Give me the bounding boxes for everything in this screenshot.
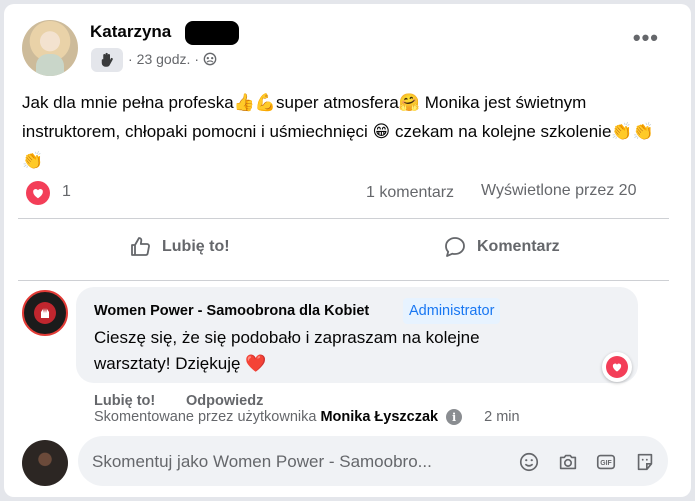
meta-separator: · — [128, 51, 133, 67]
comment-input[interactable] — [92, 444, 504, 480]
comment-like-link[interactable]: Lubię to! — [94, 393, 155, 409]
comment-text: Cieszę się, że się podobało i zapraszam … — [94, 325, 534, 377]
post-body: Jak dla mnie pełna profeska👍💪super atmos… — [22, 88, 672, 175]
comment-reply-link[interactable]: Odpowiedz — [186, 393, 263, 409]
post-text-segment: super atmosfera — [276, 93, 399, 112]
current-user-avatar[interactable] — [22, 440, 68, 486]
views-count[interactable]: Wyświetlone przez 20 — [481, 182, 636, 200]
gif-icon[interactable]: GIF — [594, 450, 618, 474]
attribution-prefix: Skomentowane przez użytkownika — [94, 409, 317, 425]
more-options-icon[interactable]: ••• — [633, 27, 659, 49]
like-label: Lubię to! — [162, 238, 230, 255]
comment-body: Cieszę się, że się podobało i zapraszam … — [94, 328, 480, 373]
comment-time[interactable]: 2 min — [484, 409, 519, 425]
divider — [18, 218, 669, 219]
camera-icon[interactable] — [556, 450, 580, 474]
love-reaction-icon[interactable] — [26, 181, 50, 205]
grin-emoji: 😁 — [372, 122, 391, 141]
reaction-count[interactable]: 1 — [62, 183, 71, 201]
svg-text:GIF: GIF — [600, 460, 611, 467]
divider — [18, 280, 669, 281]
post-text-segment: Jak dla mnie pełna profeska — [22, 93, 234, 112]
admin-badge: Administrator — [403, 298, 501, 324]
author-avatar[interactable] — [22, 20, 78, 76]
sticker-icon[interactable] — [633, 450, 657, 474]
thumbs-muscle-emoji: 👍💪 — [233, 93, 277, 112]
emoji-icon[interactable] — [517, 450, 541, 474]
comment-button[interactable]: Komentarz — [443, 235, 560, 259]
like-button[interactable]: Lubię to! — [128, 235, 230, 259]
thumbs-up-icon — [131, 237, 150, 256]
comment-bubble-icon — [445, 237, 465, 257]
comment-attribution: Skomentowane przez użytkownika Monika Ły… — [94, 409, 520, 425]
meta-separator: · — [194, 51, 200, 67]
hug-emoji: 🤗 — [398, 93, 421, 112]
attribution-user[interactable]: Monika Łyszczak — [320, 409, 438, 425]
page-avatar[interactable] — [22, 290, 68, 336]
post-meta: · 23 godz. · — [128, 51, 217, 67]
comment-author[interactable]: Women Power - Samoobrona dla Kobiet — [94, 303, 369, 319]
info-icon[interactable]: i — [446, 409, 463, 425]
post-text-segment: czekam na kolejne szkolenie — [390, 122, 612, 141]
comment-label: Komentarz — [477, 238, 560, 255]
love-reaction-icon — [606, 356, 628, 378]
comment-reaction-badge[interactable] — [602, 352, 632, 382]
post-time[interactable]: 23 godz. — [137, 51, 191, 67]
audience-icon[interactable] — [203, 52, 217, 66]
post-author-name[interactable]: Katarzyna — [90, 22, 171, 42]
waving-hand-icon[interactable] — [91, 48, 123, 72]
redacted-surname — [185, 21, 239, 45]
heart-emoji: ❤️ — [245, 354, 267, 373]
comment-count[interactable]: 1 komentarz — [366, 184, 454, 202]
